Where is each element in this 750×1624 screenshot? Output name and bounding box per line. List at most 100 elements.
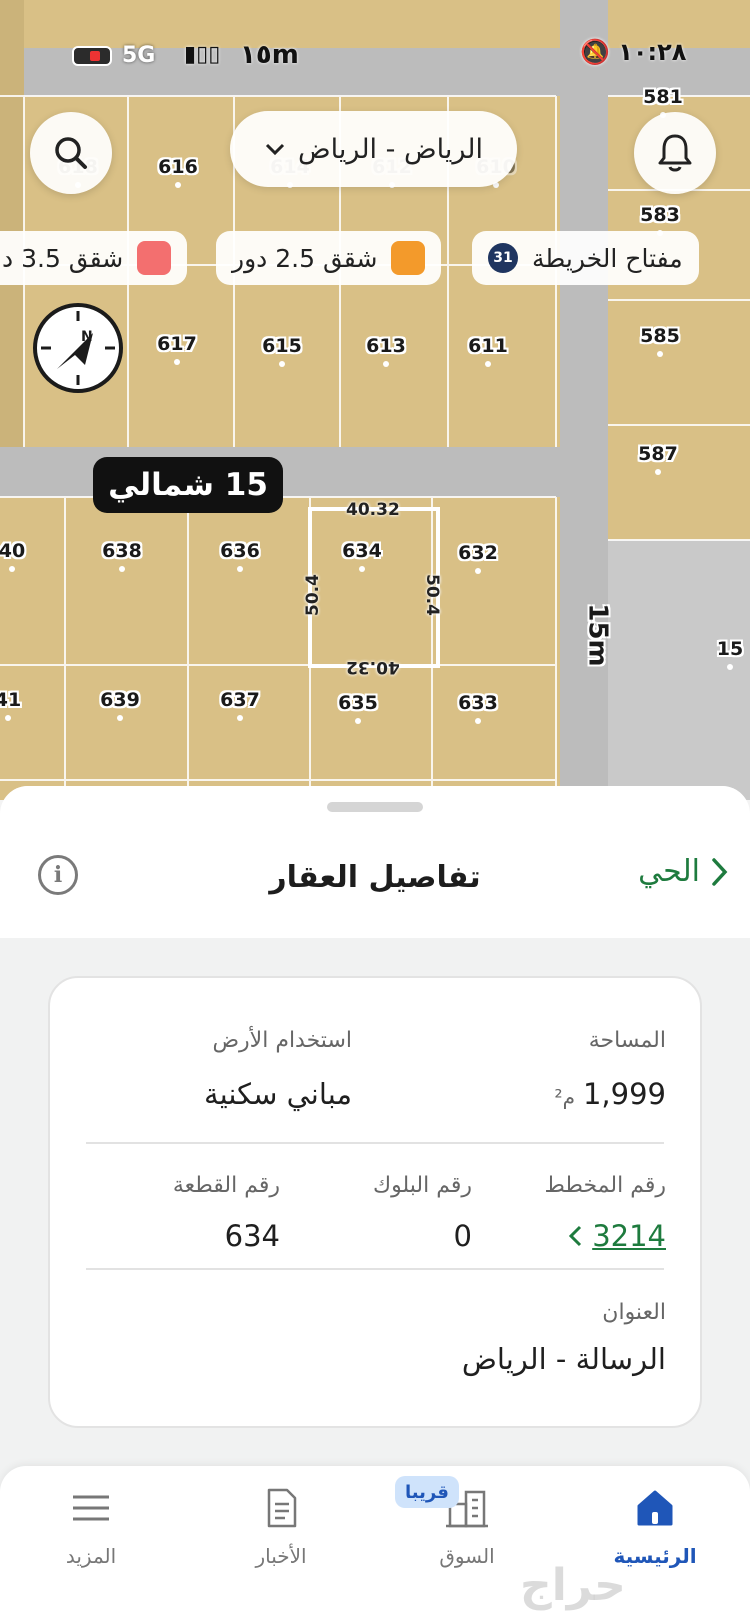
- compass-icon: N: [41, 311, 115, 385]
- plot-number-label[interactable]: 635: [338, 692, 378, 714]
- legend-swatch-red: [137, 241, 172, 275]
- plot-number-label[interactable]: 639: [100, 689, 140, 711]
- card-divider: [86, 1142, 664, 1144]
- selected-plot-dim-bottom: 40.32: [346, 657, 400, 677]
- plot-marker-dot: [174, 359, 180, 365]
- scheme-number-value: 3214: [592, 1219, 666, 1253]
- city-selector[interactable]: الرياض - الرياض: [230, 111, 517, 187]
- plot-number-label: رقم القطعة: [172, 1173, 280, 1198]
- plot-number-label[interactable]: 613: [366, 335, 406, 357]
- haraj-watermark: حراج: [520, 1560, 626, 1611]
- selected-plot-dim-left: 50.4: [302, 574, 323, 616]
- city-selector-label: الرياض - الرياض: [298, 133, 483, 165]
- card-divider: [86, 1268, 664, 1270]
- map-key-label: مفتاح الخريطة: [532, 243, 683, 273]
- sheet-header: الحي تفاصيل العقار i: [0, 786, 750, 938]
- map-key-count-badge: 31: [488, 243, 518, 273]
- recording-indicator-icon: [72, 45, 112, 66]
- home-icon: [637, 1490, 673, 1526]
- plot-marker-dot: [359, 566, 365, 572]
- menu-icon: [73, 1495, 109, 1521]
- status-left: 5G: [72, 43, 155, 68]
- plot-marker-dot: [657, 351, 663, 357]
- plot-number-label[interactable]: 40: [0, 540, 25, 562]
- plot-marker-dot: [355, 718, 361, 724]
- address-value: الرسالة - الرياض: [461, 1342, 666, 1376]
- plot-number-label[interactable]: 617: [157, 333, 197, 355]
- legend-chip-apartments-2-5[interactable]: شقق 2.5 دور: [216, 231, 442, 285]
- map-key-chip[interactable]: مفتاح الخريطة 31: [472, 231, 699, 285]
- block-number-label: رقم البلوك: [372, 1173, 472, 1198]
- plot-number-label[interactable]: 633: [458, 692, 498, 714]
- map-view[interactable]: 5G ▮▯▯ ١٥m 🔕 ١٠:٢٨ 581 583 585 587 616 617 615…: [0, 0, 750, 800]
- map-scale-label: ١٥m: [240, 40, 299, 70]
- legend-chip-label: شقق 3.5 د: [2, 243, 124, 273]
- area-field: 1,999 م²: [555, 1077, 666, 1111]
- coming-soon-badge: قريبا: [395, 1476, 459, 1508]
- plot-marker-dot: [119, 566, 125, 572]
- sheet-drag-handle[interactable]: [327, 802, 423, 812]
- tab-news[interactable]: الأخبار: [206, 1480, 356, 1568]
- selected-plot-dim-right: 50.4: [421, 574, 442, 616]
- address-label: العنوان: [602, 1300, 666, 1325]
- selected-plot-dim-top: 40.32: [346, 500, 400, 520]
- compass-button[interactable]: N: [33, 303, 123, 393]
- legend-chip-apartments-3-5[interactable]: شقق 3.5 د: [0, 231, 188, 285]
- plot-marker-dot: [237, 715, 243, 721]
- compass-n-label: N: [81, 329, 93, 345]
- plot-number-label[interactable]: 581: [643, 86, 683, 108]
- plot-number-label[interactable]: 15: [717, 638, 743, 660]
- plot-marker-dot: [383, 361, 389, 367]
- chevron-down-icon: [265, 143, 285, 156]
- bell-icon: [658, 134, 692, 172]
- plot-marker-dot: [9, 566, 15, 572]
- plot-marker-dot: [237, 566, 243, 572]
- notifications-button[interactable]: [634, 112, 716, 194]
- street-width-label: 15m: [582, 603, 613, 667]
- plot-marker-dot: [655, 469, 661, 475]
- plot-number-value: 634: [224, 1219, 280, 1253]
- plot-marker-dot: [117, 715, 123, 721]
- search-icon: [55, 137, 87, 169]
- plot-marker-dot: [475, 718, 481, 724]
- scheme-number-link[interactable]: 3214: [568, 1219, 666, 1253]
- plot-marker-dot: [175, 182, 181, 188]
- sheet-title: تفاصيل العقار: [269, 860, 481, 895]
- mute-icon: 🔕: [580, 38, 610, 66]
- plot-marker-dot: [727, 664, 733, 670]
- land-use-value: مباني سكنية: [204, 1077, 352, 1111]
- plot-number-label[interactable]: 611: [468, 335, 508, 357]
- area-value: 1,999: [582, 1077, 666, 1111]
- news-document-icon: [267, 1488, 297, 1528]
- street-name-tag: 15 شمالي: [93, 457, 283, 513]
- clock: ١٠:٢٨: [618, 38, 687, 66]
- property-details-card: المساحة 1,999 م² استخدام الأرض مباني سكن…: [48, 976, 702, 1428]
- tab-home[interactable]: الرئيسية: [580, 1480, 730, 1568]
- plot-number-label[interactable]: 585: [640, 325, 680, 347]
- plot-marker-dot: [279, 361, 285, 367]
- plot-marker-dot: [475, 568, 481, 574]
- info-icon[interactable]: i: [38, 855, 78, 895]
- search-map-button[interactable]: [30, 112, 112, 194]
- plot-number-label[interactable]: 634: [342, 540, 382, 562]
- plot-number-label[interactable]: 636: [220, 540, 260, 562]
- plot-number-label[interactable]: 638: [102, 540, 142, 562]
- plot-number-label[interactable]: 616: [158, 156, 198, 178]
- info-icon-glyph: i: [53, 862, 63, 888]
- tab-more[interactable]: المزيد: [16, 1480, 166, 1568]
- tab-more-label: المزيد: [65, 1544, 117, 1568]
- plot-number-label[interactable]: 637: [220, 689, 260, 711]
- plot-number-label[interactable]: 615: [262, 335, 302, 357]
- area-label: المساحة: [588, 1028, 666, 1053]
- plot-number-label[interactable]: 41: [0, 689, 21, 711]
- block-number-value: 0: [453, 1219, 472, 1253]
- area-unit: م²: [554, 1085, 575, 1109]
- legend-swatch-orange: [391, 241, 426, 275]
- plot-number-label[interactable]: 632: [458, 542, 498, 564]
- plot-number-label[interactable]: 583: [640, 204, 680, 226]
- plot-marker-dot: [5, 715, 11, 721]
- chevron-left-icon: [569, 1225, 582, 1247]
- bottom-tab-bar: الرئيسية السوق قريبا الأخبار المزيد: [0, 1466, 750, 1624]
- land-use-label: استخدام الأرض: [212, 1028, 352, 1053]
- plot-number-label[interactable]: 587: [638, 443, 678, 465]
